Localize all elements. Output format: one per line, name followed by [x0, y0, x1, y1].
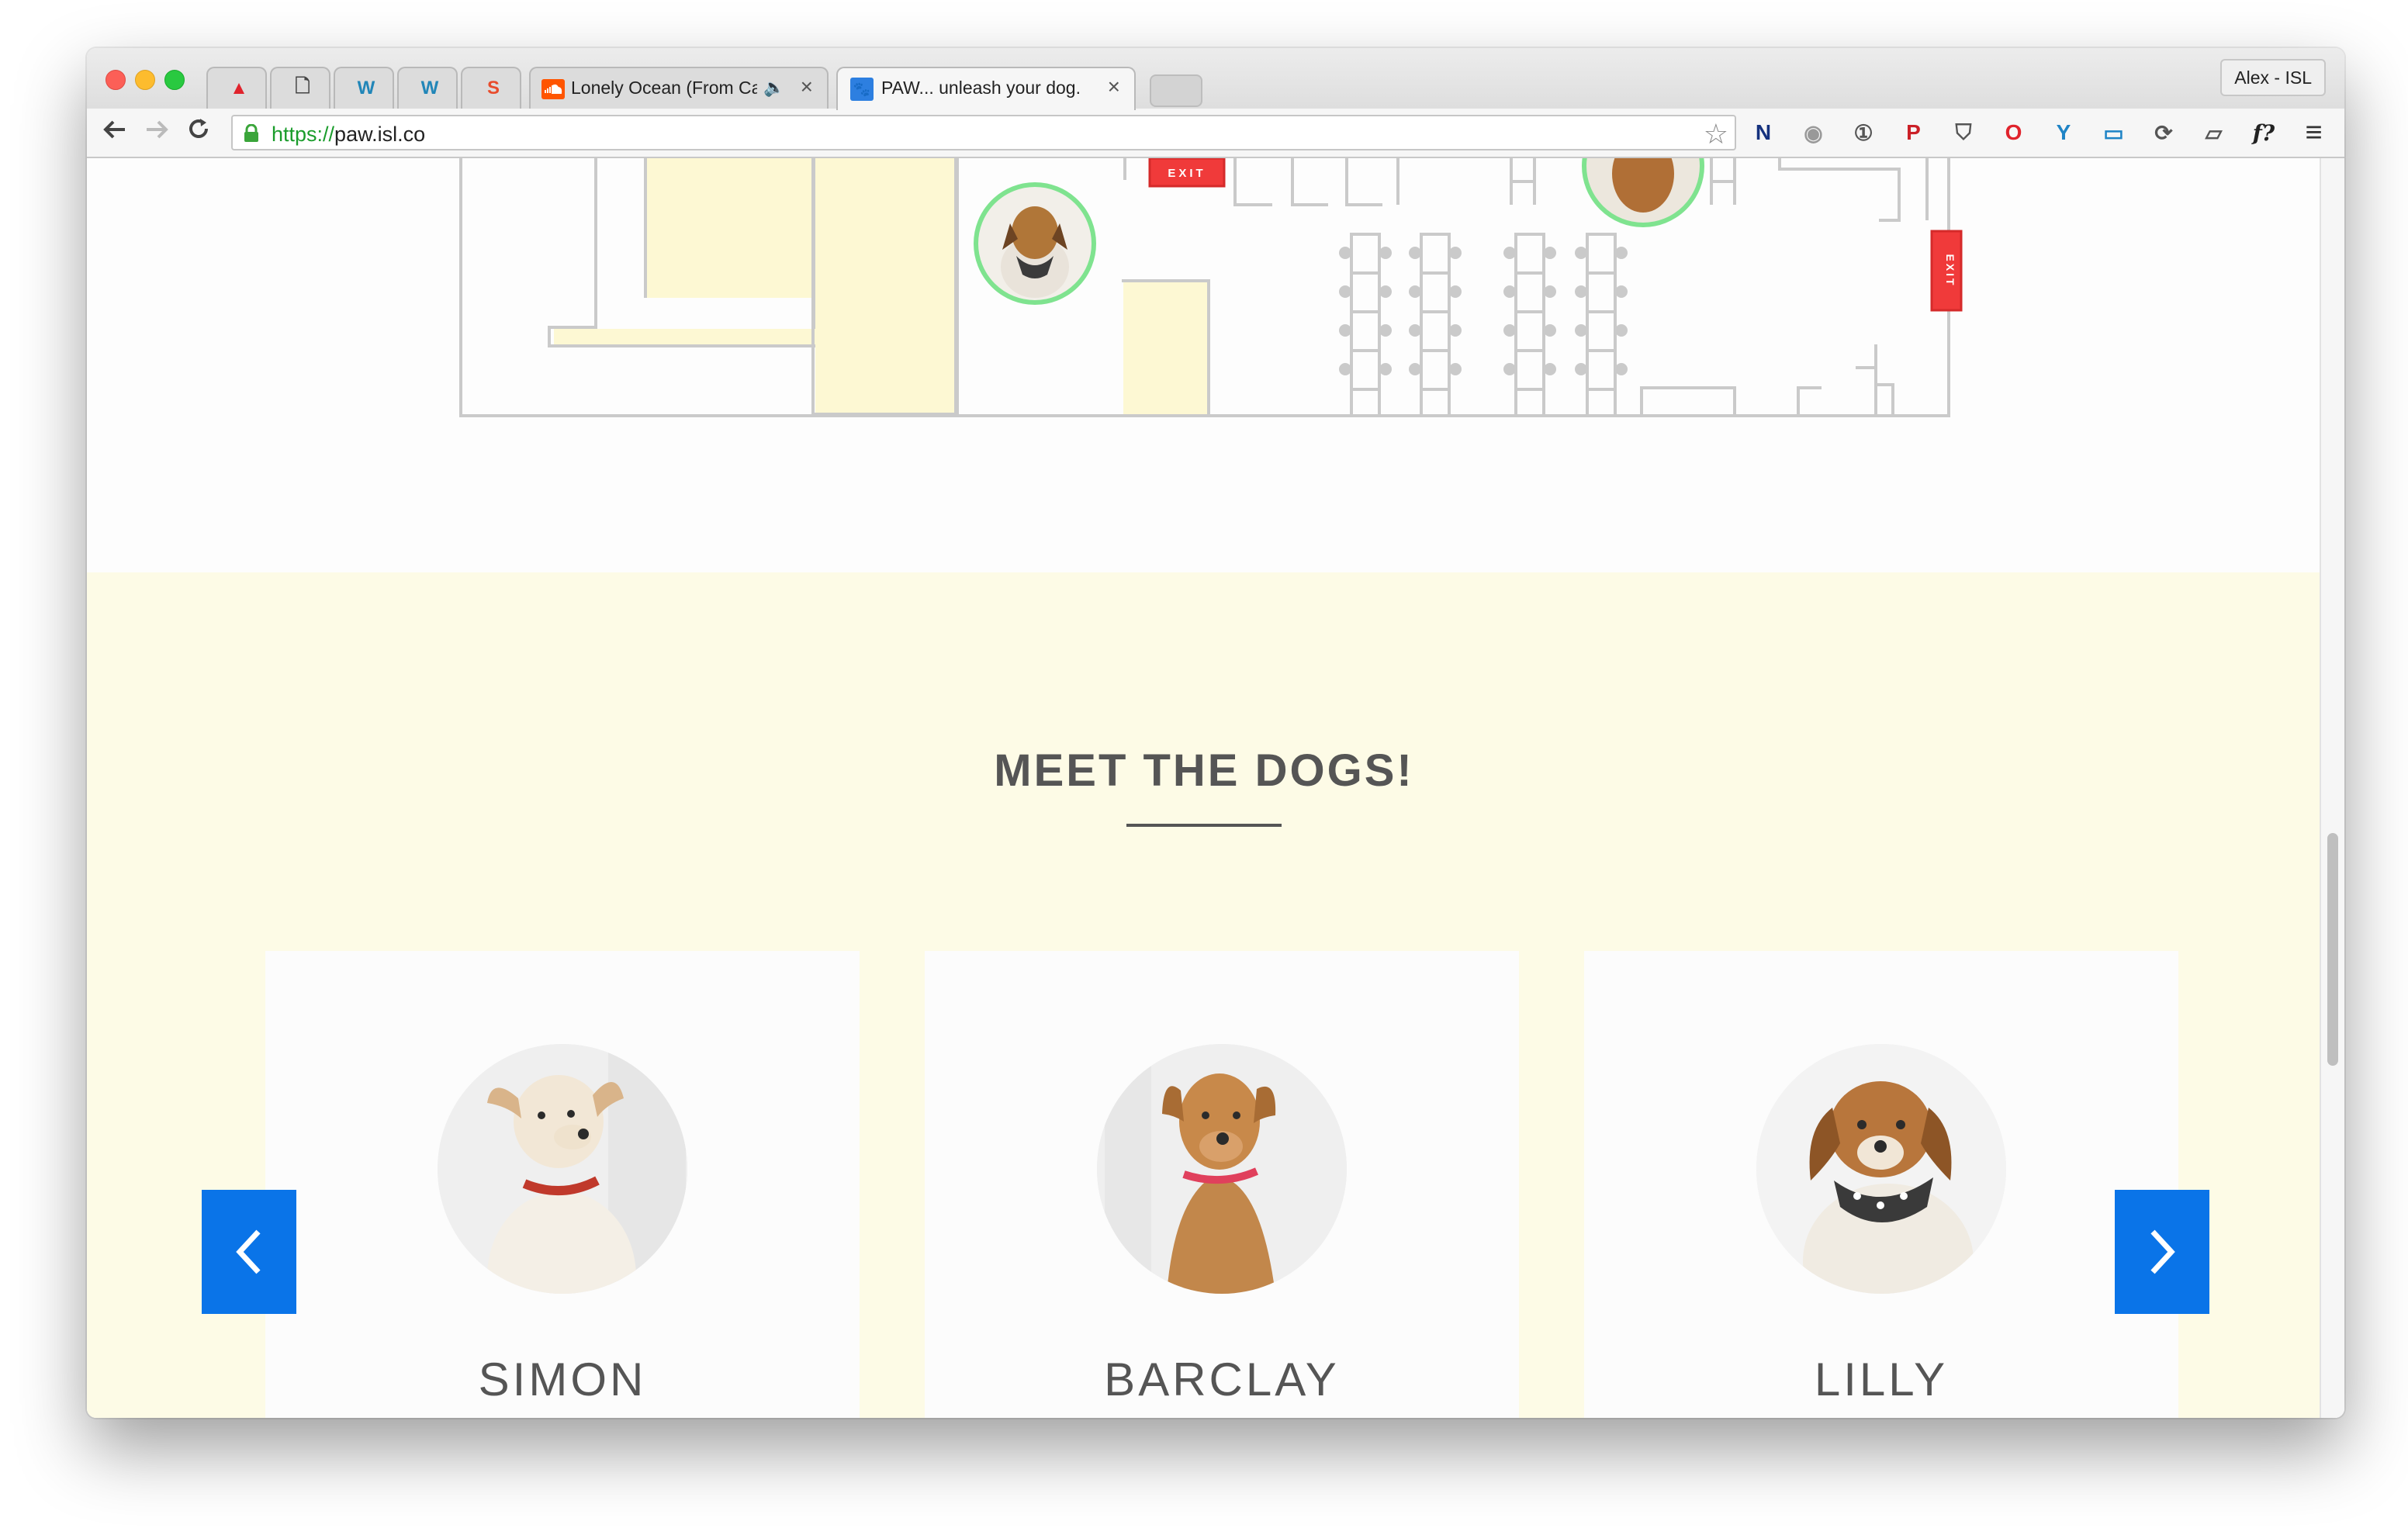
svg-text:EXIT: EXIT — [1944, 254, 1956, 287]
dog-location-marker[interactable] — [1582, 158, 1704, 227]
tab-title: Lonely Ocean (From Ca — [571, 78, 757, 98]
dog-name: SIMON — [478, 1353, 647, 1405]
tab-pinned-5[interactable]: S — [461, 67, 521, 109]
url-text: https://paw.isl.co — [272, 123, 426, 146]
tab-pinned-3[interactable]: W — [334, 67, 394, 109]
toolbar: https://paw.isl.co ☆ N ◉ ① P ⛉ O Y ▭ ⟳ ▱ f? ≡ — [87, 109, 2344, 158]
speaker-icon[interactable]: 🔈 — [763, 78, 784, 98]
back-button[interactable] — [99, 116, 130, 147]
lock-icon — [244, 124, 258, 142]
browser-window: ▲ 🗋 W W S Lonely Ocean (From Ca 🔈 × 🐾 PA… — [87, 48, 2344, 1418]
dog-name: BARCLAY — [1104, 1353, 1340, 1405]
dog-photo-simon — [438, 1044, 687, 1294]
office-floorplan: EXIT EXIT — [459, 158, 1963, 417]
close-tab-button[interactable]: × — [801, 74, 813, 99]
forward-button[interactable] — [141, 116, 172, 147]
dog-location-marker[interactable] — [974, 182, 1096, 305]
chevron-right-icon — [2150, 1229, 2175, 1274]
minimize-window-button[interactable] — [135, 70, 155, 90]
tab-soundcloud[interactable]: Lonely Ocean (From Ca 🔈 × — [529, 67, 829, 109]
exit-sign: EXIT — [1148, 158, 1226, 188]
dog-card-barclay[interactable]: BARCLAY — [925, 951, 1519, 1418]
vimeo-icon[interactable]: Y — [2049, 118, 2078, 147]
sync-icon[interactable]: ⟳ — [2149, 118, 2178, 147]
dog-photo-barclay — [1097, 1044, 1347, 1294]
close-window-button[interactable] — [106, 70, 126, 90]
page-viewport: EXIT EXIT MEET THE DOGS! SIMON BARCLAY L… — [87, 158, 2344, 1418]
reload-button[interactable] — [183, 116, 214, 147]
bookmark-star-icon[interactable]: ☆ — [1704, 118, 1728, 150]
svg-text:EXIT: EXIT — [1168, 167, 1206, 180]
opera-icon[interactable]: O — [1999, 118, 2029, 147]
back-arrow-icon — [103, 120, 125, 139]
carousel-prev-button[interactable] — [202, 1190, 296, 1314]
profile-button[interactable]: Alex - ISL — [2220, 59, 2326, 96]
acrobat-icon: ▲ — [230, 78, 248, 99]
tab-pinned-4[interactable]: W — [397, 67, 458, 109]
cast-icon[interactable]: ▱ — [2199, 118, 2229, 147]
zoom-window-button[interactable] — [164, 70, 185, 90]
tab-paw[interactable]: 🐾 PAW... unleash your dog. × — [836, 67, 1136, 110]
soundcloud-icon — [541, 79, 565, 99]
wordpress-icon: W — [357, 78, 375, 99]
document-icon: 🗋 — [295, 75, 310, 97]
pocket-icon[interactable]: ⛉ — [1949, 118, 1978, 147]
meet-the-dogs-section: MEET THE DOGS! SIMON BARCLAY LILLY — [87, 572, 2321, 1418]
tab-title: PAW... unleash your dog. — [881, 78, 1081, 98]
chevron-left-icon — [236, 1229, 261, 1274]
address-bar[interactable]: https://paw.isl.co ☆ — [231, 115, 1736, 150]
exit-sign: EXIT — [1930, 230, 1963, 312]
scrollbar-thumb[interactable] — [2327, 833, 2338, 1066]
carousel-next-button[interactable] — [2115, 1190, 2209, 1314]
vertical-scrollbar[interactable] — [2320, 158, 2344, 1418]
menu-icon[interactable]: ≡ — [2299, 116, 2329, 149]
pinterest-icon[interactable]: P — [1899, 118, 1929, 147]
tab-pinned-1[interactable]: ▲ — [206, 67, 267, 109]
onepassword-icon[interactable]: ① — [1849, 118, 1878, 147]
title-divider — [1126, 824, 1282, 827]
dog-card-simon[interactable]: SIMON — [265, 951, 860, 1418]
reload-icon — [189, 119, 208, 138]
dog-photo-lilly — [1756, 1044, 2006, 1294]
close-tab-button[interactable]: × — [1108, 74, 1120, 99]
tab-bar: ▲ 🗋 W W S Lonely Ocean (From Ca 🔈 × 🐾 PA… — [87, 48, 2344, 110]
dog-name: LILLY — [1814, 1353, 1949, 1405]
new-tab-button[interactable] — [1150, 74, 1202, 107]
s-app-icon: S — [486, 78, 500, 99]
screenshot-icon[interactable]: ▭ — [2099, 118, 2129, 147]
whatfont-icon[interactable]: f? — [2249, 118, 2278, 147]
camera-icon[interactable]: ◉ — [1799, 118, 1828, 147]
n-extension-icon[interactable]: N — [1749, 118, 1778, 147]
wordpress-icon: W — [420, 78, 439, 99]
forward-arrow-icon — [147, 120, 168, 139]
tab-pinned-2[interactable]: 🗋 — [270, 67, 330, 109]
dog-card-lilly[interactable]: LILLY — [1584, 951, 2178, 1418]
section-title: MEET THE DOGS! — [994, 745, 1414, 796]
paw-favicon-icon: 🐾 — [850, 78, 874, 101]
